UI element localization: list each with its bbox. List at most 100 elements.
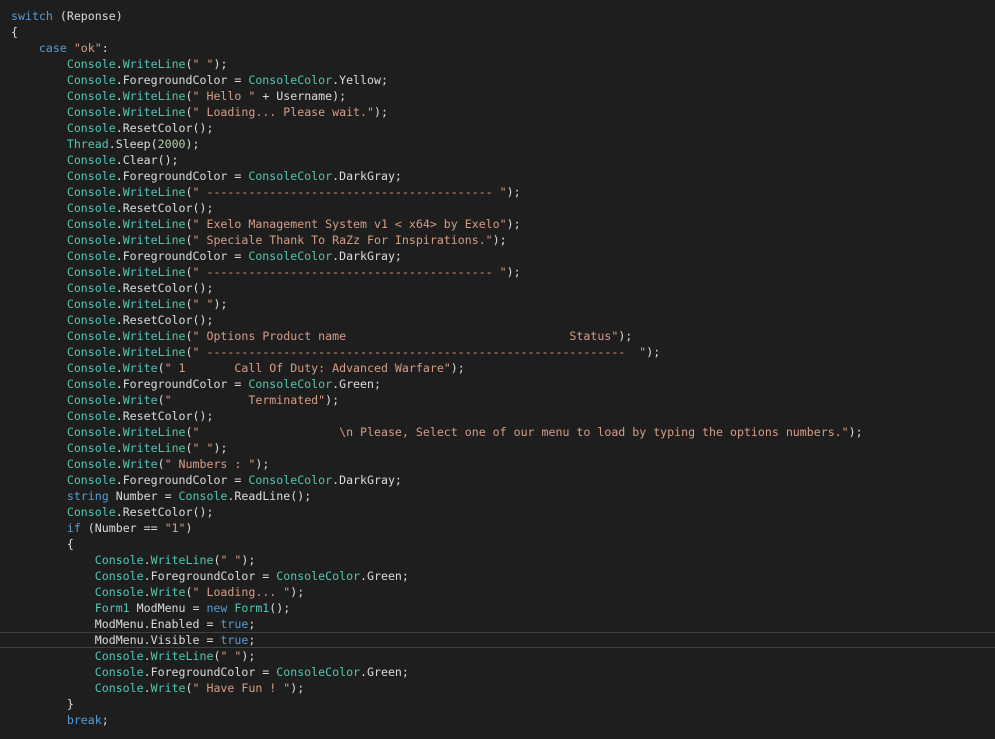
code-line[interactable]: Console.ResetColor(); [11,200,995,216]
code-line[interactable]: Console.Write(" Have Fun ! "); [11,680,995,696]
type-token: Console [66,233,116,247]
code-text: ( [185,297,193,311]
type-token: Console [66,393,116,407]
string-literal: "1" [164,521,186,535]
code-text: } [11,697,74,711]
code-text: .ResetColor(); [115,313,214,327]
code-line[interactable]: Console.Write(" 1 Call Of Duty: Advanced… [11,360,995,376]
code-line[interactable]: case "ok": [11,40,995,56]
type-token: Console [94,665,144,679]
code-area[interactable]: switch (Reponse){ case "ok": Console.Wri… [0,8,995,728]
type-token: Console [66,457,116,471]
type-token: WriteLine [122,233,186,247]
type-token: Console [66,425,116,439]
code-line[interactable]: switch (Reponse) [11,8,995,24]
code-line[interactable]: Console.ForegroundColor = ConsoleColor.G… [11,664,995,680]
type-token: ConsoleColor [248,377,333,391]
code-line[interactable]: Console.ForegroundColor = ConsoleColor.G… [11,568,995,584]
string-literal: " Speciale Thank To RaZz For Inspiration… [192,233,493,247]
code-line[interactable]: Console.ForegroundColor = ConsoleColor.G… [11,376,995,392]
code-line[interactable]: Console.WriteLine(" --------------------… [11,184,995,200]
code-editor[interactable]: switch (Reponse){ case "ok": Console.Wri… [0,0,995,739]
type-token: WriteLine [122,89,186,103]
code-line[interactable]: Thread.Sleep(2000); [11,136,995,152]
code-line[interactable]: Console.WriteLine(" \n Please, Select on… [11,424,995,440]
string-literal: " " [192,57,214,71]
code-line[interactable]: ModMenu.Enabled = true; [11,616,995,632]
code-line[interactable]: if (Number == "1") [11,520,995,536]
code-text: ); [506,217,521,231]
code-line[interactable]: Console.ForegroundColor = ConsoleColor.D… [11,248,995,264]
type-token: Console [66,265,116,279]
code-line[interactable]: Console.Write(" Terminated"); [11,392,995,408]
type-token: Console [66,121,116,135]
code-line[interactable]: Console.WriteLine(" "); [11,296,995,312]
code-line[interactable]: { [11,536,995,552]
code-line[interactable]: Console.WriteLine(" --------------------… [11,264,995,280]
code-line[interactable]: Console.Write(" Loading... "); [11,584,995,600]
code-line[interactable]: Console.ForegroundColor = ConsoleColor.D… [11,472,995,488]
code-line[interactable]: string Number = Console.ReadLine(); [11,488,995,504]
code-text: (); [269,601,291,615]
code-line[interactable]: Console.WriteLine(" Hello " + Username); [11,88,995,104]
type-token: Form1 [234,601,270,615]
type-token: Console [94,569,144,583]
code-text: . [143,585,151,599]
code-line[interactable]: Console.WriteLine(" --------------------… [11,344,995,360]
code-line[interactable]: Console.ResetColor(); [11,312,995,328]
code-line[interactable]: Console.WriteLine(" "); [11,56,995,72]
code-line[interactable]: Console.ForegroundColor = ConsoleColor.Y… [11,72,995,88]
code-line[interactable]: Console.WriteLine(" Loading... Please wa… [11,104,995,120]
type-token: WriteLine [122,297,186,311]
code-line[interactable]: Console.ResetColor(); [11,280,995,296]
code-line[interactable]: Console.WriteLine(" "); [11,552,995,568]
code-line[interactable]: { [11,24,995,40]
code-line[interactable]: Form1 ModMenu = new Form1(); [11,600,995,616]
code-text: . [115,345,123,359]
code-text: ( [157,361,165,375]
code-line[interactable]: Console.WriteLine(" Exelo Management Sys… [11,216,995,232]
code-line[interactable]: Console.ResetColor(); [11,120,995,136]
code-text: .ForegroundColor = [115,249,249,263]
type-token: Write [122,393,158,407]
type-token: Console [178,489,228,503]
code-line[interactable]: } [11,696,995,712]
code-line[interactable]: Console.ResetColor(); [11,504,995,520]
code-line[interactable]: Console.Clear(); [11,152,995,168]
code-text: ( [185,681,193,695]
type-token: Thread [66,137,109,151]
code-line[interactable]: Console.ForegroundColor = ConsoleColor.D… [11,168,995,184]
code-line[interactable]: break; [11,712,995,728]
string-literal: "ok" [73,41,102,55]
code-text: ( [185,217,193,231]
type-token: ConsoleColor [276,569,361,583]
code-text: (Reponse) [52,9,123,23]
code-text: ); [848,425,863,439]
code-text: ( [185,89,193,103]
code-text: ( [185,265,193,279]
type-token: WriteLine [122,185,186,199]
code-text: Number = [108,489,179,503]
type-token: Form1 [94,601,130,615]
code-line[interactable]: Console.WriteLine(" "); [11,648,995,664]
code-line[interactable]: Console.WriteLine(" Options Product name… [11,328,995,344]
code-line[interactable]: Console.ResetColor(); [11,408,995,424]
code-line[interactable]: Console.Write(" Numbers : "); [11,456,995,472]
current-code-line[interactable]: ModMenu.Visible = true; [0,632,995,648]
code-text: . [143,553,151,567]
code-line[interactable]: Console.WriteLine(" Speciale Thank To Ra… [11,232,995,248]
code-text: ); [213,441,228,455]
type-token: Console [66,361,116,375]
code-text: ( [185,57,193,71]
code-text: .ForegroundColor = [115,73,249,87]
code-line[interactable]: Console.WriteLine(" "); [11,440,995,456]
